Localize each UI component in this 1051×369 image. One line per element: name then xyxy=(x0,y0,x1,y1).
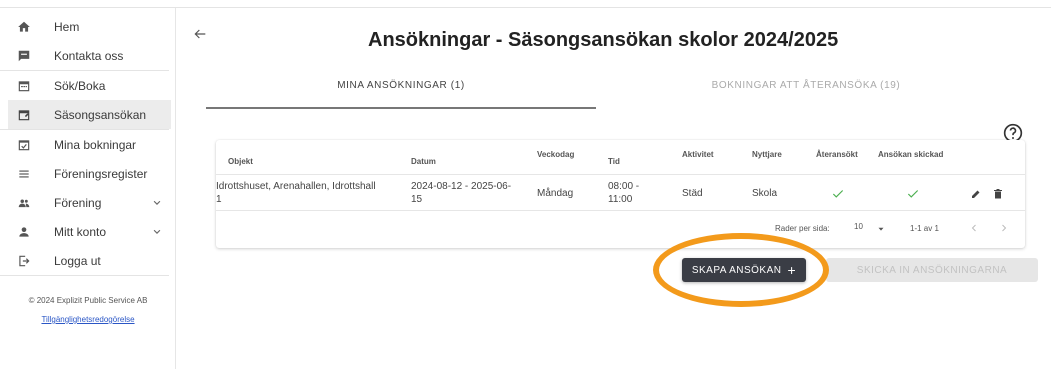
column-header-nyttjare: Nyttjare xyxy=(752,150,782,159)
sidebar-item-label: Hem xyxy=(54,19,80,34)
create-application-label: SKAPA ANSÖKAN xyxy=(691,264,782,276)
cell-tid-line2: 11:00 xyxy=(608,194,633,205)
submit-applications-button[interactable]: SKICKA IN ANSÖKNINGARNA xyxy=(826,258,1038,282)
active-tab-indicator xyxy=(206,107,596,109)
column-header-datum: Datum xyxy=(411,157,436,166)
sidebar-item-label: Kontakta oss xyxy=(54,48,124,63)
sidebar-item-sok-boka[interactable]: Sök/Boka xyxy=(0,71,175,100)
sidebar-item-label: Sök/Boka xyxy=(54,78,106,93)
cell-nyttjare: Skola xyxy=(752,188,778,199)
accessibility-link[interactable]: Tillgänglighetsredogörelse xyxy=(0,315,176,324)
row-divider xyxy=(216,174,1025,175)
create-application-button[interactable]: SKAPA ANSÖKAN + xyxy=(682,258,806,282)
column-header-objekt: Objekt xyxy=(228,157,253,166)
edit-icon[interactable] xyxy=(970,188,982,200)
chevron-down-icon[interactable] xyxy=(150,196,164,210)
applications-table: Objekt Datum Veckodag Tid Aktivitet Nytt… xyxy=(216,140,1025,248)
cell-tid: 08:00 - 11:00 xyxy=(608,180,639,206)
cell-veckodag: Måndag xyxy=(537,188,574,199)
sidebar-item-hem[interactable]: Hem xyxy=(0,12,175,41)
ansokan-skickad-check-icon xyxy=(907,190,919,198)
list-icon xyxy=(16,166,32,182)
sidebar: Hem Kontakta oss Sök/Boka Säsongsansökan xyxy=(0,8,176,369)
group-icon xyxy=(16,195,32,211)
calendar-check-icon xyxy=(16,137,32,153)
logout-icon xyxy=(16,253,32,269)
pagination-range: 1-1 av 1 xyxy=(910,224,939,233)
column-header-veckodag: Veckodag xyxy=(537,150,575,159)
page-title: Ansökningar - Säsongsansökan skolor 2024… xyxy=(368,29,839,51)
cell-datum-line1: 2024-08-12 - 2025-06- xyxy=(411,181,512,192)
chevron-down-icon[interactable] xyxy=(150,225,164,239)
cell-aktivitet: Städ xyxy=(682,188,703,199)
sidebar-item-forening[interactable]: Förening xyxy=(0,188,175,217)
cell-tid-line1: 08:00 - xyxy=(608,181,640,192)
person-icon xyxy=(16,224,32,240)
rows-per-page-value: 10 xyxy=(854,222,863,231)
row-divider xyxy=(216,210,1025,211)
ateransokt-check-icon xyxy=(832,190,844,198)
sidebar-item-label: Föreningsregister xyxy=(54,166,148,181)
next-page-icon[interactable] xyxy=(998,222,1010,234)
sidebar-item-sasongsansokan[interactable]: Säsongsansökan xyxy=(8,100,171,129)
sidebar-item-label: Mina bokningar xyxy=(54,137,137,152)
cell-objekt-line2: 1 xyxy=(216,194,222,205)
tab-mina-ansokningar[interactable]: MINA ANSÖKNINGAR (1) xyxy=(206,80,596,91)
column-header-tid: Tid xyxy=(608,157,620,166)
home-icon xyxy=(16,19,32,35)
cell-datum: 2024-08-12 - 2025-06- 15 xyxy=(411,180,531,206)
sidebar-item-label: Logga ut xyxy=(54,253,101,268)
rows-per-page-select[interactable]: 10 xyxy=(854,222,894,236)
plus-icon: + xyxy=(787,262,797,278)
cell-datum-line2: 15 xyxy=(411,194,423,205)
column-header-ateransokt: Återansökt xyxy=(816,150,858,159)
column-header-ansokan-skickad: Ansökan skickad xyxy=(878,150,944,159)
sidebar-item-label: Mitt konto xyxy=(54,224,107,239)
cell-objekt-line1: Idrottshuset, Arenahallen, Idrottshall xyxy=(216,181,376,192)
copyright-text: © 2024 Explizit Public Service AB xyxy=(28,296,148,305)
sidebar-item-label: Säsongsansökan xyxy=(54,107,147,122)
sidebar-item-logga-ut[interactable]: Logga ut xyxy=(0,246,175,275)
delete-icon[interactable] xyxy=(992,188,1004,200)
message-icon xyxy=(16,48,32,64)
sidebar-item-label: Förening xyxy=(54,195,102,210)
calendar-edit-icon xyxy=(16,107,32,123)
dropdown-arrow-icon xyxy=(878,227,884,231)
column-header-aktivitet: Aktivitet xyxy=(682,150,714,159)
cell-objekt: Idrottshuset, Arenahallen, Idrottshall 1 xyxy=(216,180,411,206)
sidebar-item-mitt-konto[interactable]: Mitt konto xyxy=(0,217,175,246)
back-arrow-icon[interactable] xyxy=(192,26,208,42)
calendar-icon xyxy=(16,78,32,94)
sidebar-item-kontakta-oss[interactable]: Kontakta oss xyxy=(0,41,175,70)
rows-per-page-label: Rader per sida: xyxy=(775,224,830,233)
sidebar-nav: Hem Kontakta oss Sök/Boka Säsongsansökan xyxy=(0,12,175,276)
tab-bokningar-att-ateransoka[interactable]: BOKNINGAR ATT ÅTERANSÖKA (19) xyxy=(596,80,1016,91)
sidebar-item-mina-bokningar[interactable]: Mina bokningar xyxy=(0,130,175,159)
previous-page-icon[interactable] xyxy=(968,222,980,234)
sidebar-item-foreningsregister[interactable]: Föreningsregister xyxy=(0,159,175,188)
sidebar-divider xyxy=(0,275,169,276)
